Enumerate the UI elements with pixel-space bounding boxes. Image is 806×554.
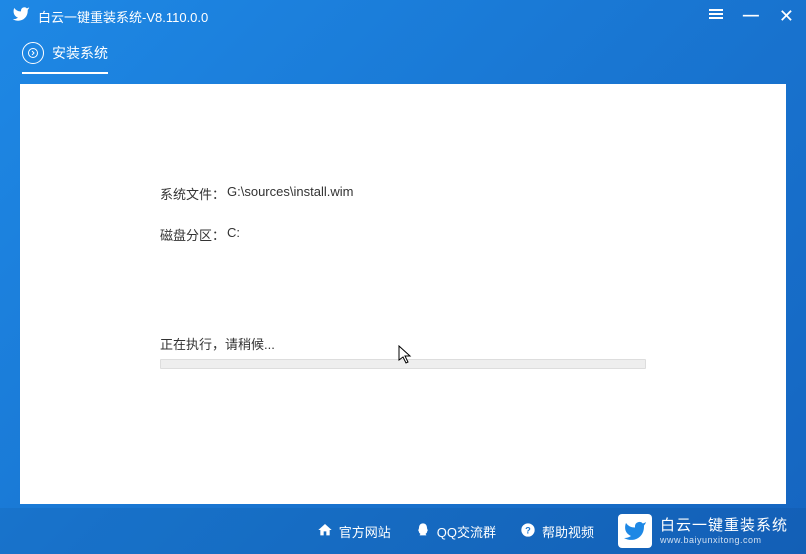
minimize-button[interactable]: — bbox=[743, 8, 759, 24]
menu-icon bbox=[709, 7, 723, 21]
menu-button[interactable] bbox=[709, 7, 723, 25]
disk-row: 磁盘分区： C: bbox=[160, 225, 646, 244]
disk-value: C: bbox=[227, 225, 240, 244]
footer-links: 官方网站 QQ交流群 ? 帮助视频 bbox=[317, 522, 594, 541]
close-button[interactable]: ✕ bbox=[779, 7, 794, 25]
home-icon bbox=[317, 522, 333, 541]
titlebar: 白云一键重装系统-V8.110.0.0 — ✕ bbox=[0, 0, 806, 32]
tab-row: 安装系统 bbox=[0, 32, 806, 74]
disk-label: 磁盘分区： bbox=[160, 225, 225, 244]
brand-logo-icon bbox=[618, 514, 652, 548]
brand-main: 白云一键重装系统 bbox=[660, 517, 788, 535]
footer-brand: 白云一键重装系统 www.baiyunxitong.com bbox=[618, 514, 788, 548]
app-logo-icon bbox=[12, 5, 30, 28]
brand-sub: www.baiyunxitong.com bbox=[660, 535, 788, 546]
tab-label: 安装系统 bbox=[52, 43, 108, 63]
step-arrow-icon bbox=[22, 42, 44, 64]
qq-icon bbox=[415, 522, 431, 541]
footer-qq-link[interactable]: QQ交流群 bbox=[415, 522, 496, 541]
footer-website-link[interactable]: 官方网站 bbox=[317, 522, 391, 541]
app-title: 白云一键重装系统-V8.110.0.0 bbox=[38, 7, 208, 26]
footer-qq-label: QQ交流群 bbox=[437, 522, 496, 541]
help-icon: ? bbox=[520, 522, 536, 541]
titlebar-left: 白云一键重装系统-V8.110.0.0 bbox=[12, 5, 208, 28]
system-file-value: G:\sources\install.wim bbox=[227, 184, 353, 203]
svg-text:?: ? bbox=[525, 525, 531, 535]
brand-text: 白云一键重装系统 www.baiyunxitong.com bbox=[660, 517, 788, 546]
progress-bar bbox=[160, 359, 646, 369]
footer-help-label: 帮助视频 bbox=[542, 522, 594, 541]
footer-help-link[interactable]: ? 帮助视频 bbox=[520, 522, 594, 541]
content-panel: 系统文件： G:\sources\install.wim 磁盘分区： C: 正在… bbox=[20, 84, 786, 504]
progress-area: 正在执行，请稍候... bbox=[160, 334, 646, 369]
footer: 官方网站 QQ交流群 ? 帮助视频 白云一键重装系统 www.baiyunxit… bbox=[0, 508, 806, 554]
footer-website-label: 官方网站 bbox=[339, 522, 391, 541]
system-file-row: 系统文件： G:\sources\install.wim bbox=[160, 184, 646, 203]
progress-text: 正在执行，请稍候... bbox=[160, 334, 646, 353]
titlebar-controls: — ✕ bbox=[709, 7, 794, 25]
tab-install[interactable]: 安装系统 bbox=[22, 42, 108, 74]
system-file-label: 系统文件： bbox=[160, 184, 225, 203]
